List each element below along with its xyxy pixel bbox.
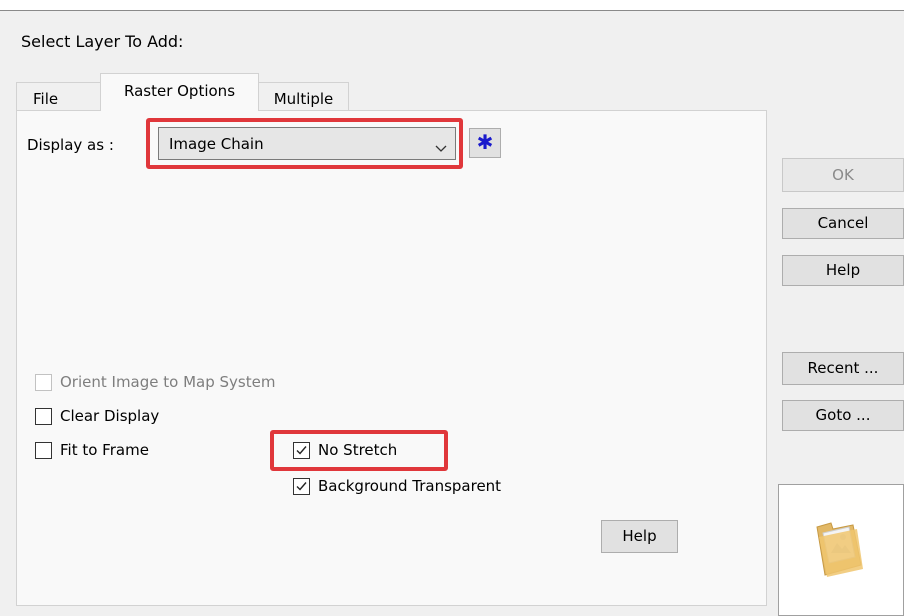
tab-multiple[interactable]: Multiple	[258, 82, 349, 110]
checkbox-box	[293, 478, 310, 495]
display-as-value: Image Chain	[169, 135, 264, 153]
asterisk-icon[interactable]: ✱	[469, 128, 501, 158]
checkbox-box	[35, 374, 52, 391]
clear-display-label: Clear Display	[60, 407, 160, 425]
tab-file[interactable]: File	[16, 82, 101, 110]
tab-raster-options[interactable]: Raster Options	[100, 73, 259, 111]
orient-image-label: Orient Image to Map System	[60, 373, 276, 391]
goto-button[interactable]: Goto ...	[782, 400, 904, 431]
no-stretch-label: No Stretch	[318, 441, 398, 459]
help-button[interactable]: Help	[782, 255, 904, 286]
raster-help-button[interactable]: Help	[601, 520, 678, 553]
dialog-top-border	[0, 10, 904, 11]
dialog-title: Select Layer To Add:	[21, 32, 184, 51]
background-transparent-label: Background Transparent	[318, 477, 502, 495]
preview-panel	[778, 484, 904, 616]
display-as-dropdown[interactable]: Image Chain	[158, 127, 456, 160]
checkmark-icon	[296, 446, 307, 455]
display-as-label: Display as :	[27, 136, 114, 154]
checkmark-icon	[296, 482, 307, 491]
folder-image-icon	[816, 522, 863, 577]
chevron-down-icon	[435, 139, 447, 157]
background-window-strip	[0, 0, 904, 10]
checkbox-box	[293, 442, 310, 459]
checkbox-box	[35, 442, 52, 459]
fit-to-frame-label: Fit to Frame	[60, 441, 149, 459]
ok-button[interactable]: OK	[782, 158, 904, 192]
cancel-button[interactable]: Cancel	[782, 208, 904, 239]
recent-button[interactable]: Recent ...	[782, 352, 904, 385]
checkbox-box	[35, 408, 52, 425]
